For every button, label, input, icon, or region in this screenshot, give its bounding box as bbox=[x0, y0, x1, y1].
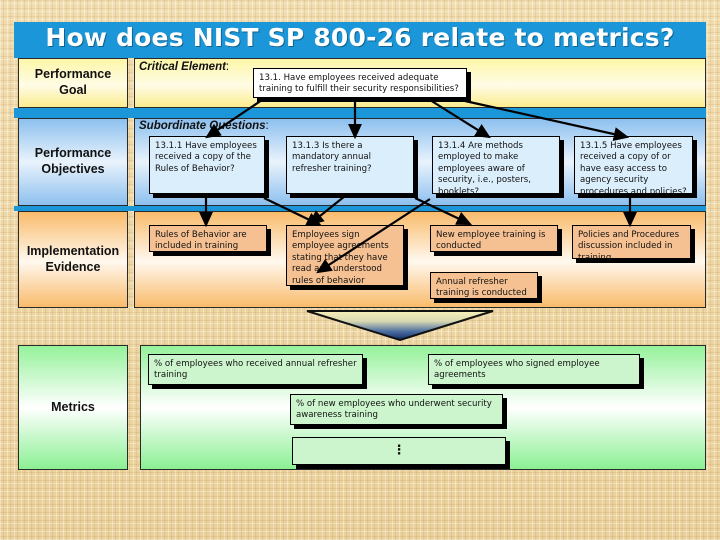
subordinate-question-text: 13.1.5 Have employees received a copy of… bbox=[580, 141, 687, 197]
implementation-evidence-text: New employee training is conducted bbox=[436, 230, 546, 252]
row-label-line2: Evidence bbox=[45, 259, 101, 274]
band-heading-text: Subordinate Questions bbox=[139, 120, 266, 132]
subordinate-question-node[interactable]: 13.1.4 Are methods employed to make empl… bbox=[432, 136, 560, 197]
row-label-metrics: Metrics bbox=[18, 345, 128, 470]
subordinate-question-node[interactable]: 13.1.1 Have employees received a copy of… bbox=[149, 136, 265, 194]
row-label-line1: Performance bbox=[34, 67, 112, 82]
implementation-evidence-node[interactable]: New employee training is conducted bbox=[430, 225, 558, 252]
row-label-line1: Metrics bbox=[51, 399, 95, 414]
implementation-evidence-node[interactable]: Employees sign employee agreements stati… bbox=[286, 225, 404, 286]
metric-text: % of new employees who underwent securit… bbox=[296, 399, 492, 421]
slide-title-bar: How does NIST SP 800-26 relate to metric… bbox=[14, 22, 706, 52]
implementation-evidence-text: Policies and Procedures discussion inclu… bbox=[578, 230, 680, 263]
band-heading-subordinate-questions: Subordinate Questions: bbox=[139, 120, 269, 132]
metric-text: % of employees who signed employee agree… bbox=[434, 359, 600, 381]
critical-element-text: 13.1. Have employees received adequate t… bbox=[259, 73, 459, 95]
implementation-evidence-text: Rules of Behavior are included in traini… bbox=[155, 230, 247, 252]
implementation-evidence-node[interactable]: Policies and Procedures discussion inclu… bbox=[572, 225, 691, 263]
metric-node[interactable]: % of new employees who underwent securit… bbox=[290, 394, 503, 425]
implementation-evidence-text: Annual refresher training is conducted bbox=[436, 277, 527, 299]
row-label-line2: Objectives bbox=[41, 162, 105, 176]
subordinate-question-text: 13.1.4 Are methods employed to make empl… bbox=[438, 141, 531, 197]
row-label-line2: Goal bbox=[59, 83, 87, 97]
row-label-implementation-evidence: Implementation Evidence bbox=[18, 211, 128, 308]
subordinate-question-node[interactable]: 13.1.3 Is there a mandatory annual refre… bbox=[286, 136, 414, 194]
band-heading-critical-element: Critical Element: bbox=[139, 61, 229, 73]
band-heading-text: Critical Element bbox=[139, 61, 226, 73]
metric-text: % of employees who received annual refre… bbox=[154, 359, 357, 381]
critical-element-node[interactable]: 13.1. Have employees received adequate t… bbox=[253, 68, 467, 98]
subordinate-question-text: 13.1.3 Is there a mandatory annual refre… bbox=[292, 141, 372, 174]
band-heading-colon: : bbox=[265, 120, 269, 132]
metric-node[interactable]: % of employees who received annual refre… bbox=[148, 354, 363, 385]
implementation-evidence-text: Employees sign employee agreements stati… bbox=[292, 230, 389, 286]
row-label-line1: Implementation bbox=[26, 243, 120, 258]
metric-ellipsis-text: ⋮ bbox=[392, 443, 406, 459]
row-label-line1: Performance bbox=[34, 146, 112, 161]
down-chevron-icon bbox=[305, 309, 495, 342]
implementation-evidence-node[interactable]: Rules of Behavior are included in traini… bbox=[149, 225, 267, 252]
row-label-performance-goal: Performance Goal bbox=[18, 58, 128, 108]
implementation-evidence-node[interactable]: Annual refresher training is conducted bbox=[430, 272, 538, 299]
metric-node[interactable]: % of employees who signed employee agree… bbox=[428, 354, 640, 385]
band-heading-colon: : bbox=[225, 61, 230, 73]
metric-node-ellipsis[interactable]: ⋮ bbox=[292, 437, 506, 465]
blue-gutter-mid bbox=[14, 108, 706, 118]
row-label-performance-objectives: Performance Objectives bbox=[18, 118, 128, 206]
page-title: How does NIST SP 800-26 relate to metric… bbox=[45, 22, 675, 52]
slide-canvas: How does NIST SP 800-26 relate to metric… bbox=[0, 0, 720, 540]
subordinate-question-text: 13.1.1 Have employees received a copy of… bbox=[155, 141, 257, 174]
subordinate-question-node[interactable]: 13.1.5 Have employees received a copy of… bbox=[574, 136, 693, 197]
